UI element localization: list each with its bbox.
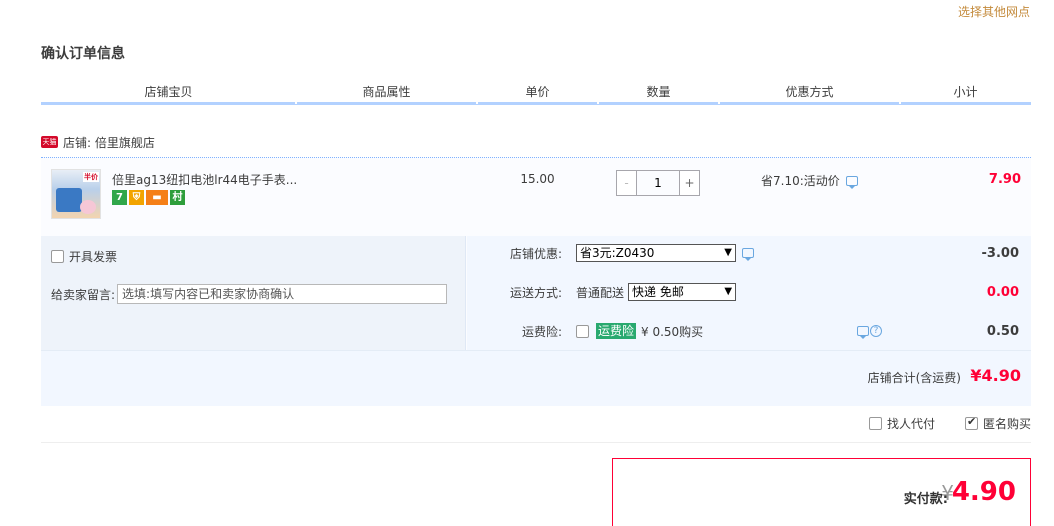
col-attributes: 商品属性	[296, 83, 477, 105]
coupon-selected: 省3元:Z0430	[580, 246, 655, 260]
half-price-badge: 半价	[83, 172, 99, 182]
coupon-value: -3.00	[981, 245, 1019, 261]
shipping-value: 0.00	[986, 284, 1019, 300]
right-options-panel: 店铺优惠: 省3元:Z0430 ▼ -3.00 运送方式: 普通配送 快递 免邮…	[467, 236, 1031, 350]
invoice-option[interactable]: 开具发票	[51, 248, 117, 265]
battery-pack-image	[56, 188, 82, 212]
shield-guarantee-icon[interactable]: ⛨	[129, 190, 144, 205]
column-header: 店铺宝贝 商品属性 单价 数量 优惠方式 小计	[41, 83, 1031, 107]
mascot-image	[80, 200, 96, 214]
service-icons: 7 ⛨ ▬ 村	[112, 190, 187, 205]
dropdown-arrow-icon: ▼	[724, 247, 732, 258]
shipping-select[interactable]: 快递 免邮 ▼	[628, 283, 737, 301]
insurance-row: 运费险: 运费险 ¥ 0.50购买 ? 0.50	[467, 318, 1031, 344]
shop-total-value: ¥4.90	[970, 366, 1021, 385]
insurance-value: 0.50	[986, 323, 1019, 339]
shop-total-label: 店铺合计(含运费)	[867, 371, 961, 385]
shipping-selected: 快递 免邮	[632, 285, 684, 299]
credit-card-icon[interactable]: ▬	[146, 190, 168, 205]
comment-icon[interactable]	[742, 248, 754, 261]
comment-icon[interactable]	[845, 175, 858, 189]
dropdown-arrow-icon: ▼	[724, 286, 733, 297]
col-quantity: 数量	[598, 83, 719, 105]
promo-info: 省7.10:活动价	[761, 172, 858, 189]
insurance-tag: 运费险	[596, 323, 637, 339]
pay-for-me-label: 找人代付	[886, 417, 935, 431]
item-row: 半价 倍里ag13纽扣电池lr44电子手表... 7 ⛨ ▬ 村 15.00 -…	[41, 158, 1031, 236]
coupon-label: 店铺优惠:	[509, 246, 562, 261]
invoice-label: 开具发票	[69, 250, 118, 264]
product-title-link[interactable]: 倍里ag13纽扣电池lr44电子手表...	[112, 171, 297, 188]
memo-input[interactable]: 选填:填写内容已和卖家协商确认	[117, 284, 448, 304]
comment-icon[interactable]	[857, 326, 869, 339]
payment-summary: 实付款: ¥ 4.90	[612, 458, 1031, 526]
coupon-select[interactable]: 省3元:Z0430 ▼	[576, 244, 736, 262]
shipping-row: 运送方式: 普通配送 快递 免邮 ▼ 0.00	[467, 279, 1031, 305]
seven-day-return-icon[interactable]: 7	[112, 190, 127, 205]
unit-price: 15.00	[520, 172, 555, 186]
coupon-row: 店铺优惠: 省3元:Z0430 ▼ -3.00	[467, 240, 1031, 266]
shop-total-row: 店铺合计(含运费) ¥4.90	[41, 350, 1031, 406]
memo-row: 给卖家留言: 选填:填写内容已和卖家协商确认	[51, 284, 448, 304]
page-title: 确认订单信息	[41, 46, 125, 62]
product-thumbnail[interactable]: 半价	[51, 169, 101, 219]
quantity-stepper: - 1 +	[616, 170, 700, 196]
anonymous-label: 匿名购买	[982, 417, 1031, 431]
village-taobao-icon[interactable]: 村	[170, 190, 185, 205]
decrease-quantity-button[interactable]: -	[617, 171, 637, 195]
order-item-box: 半价 倍里ag13纽扣电池lr44电子手表... 7 ⛨ ▬ 村 15.00 -…	[41, 157, 1031, 406]
col-shop-item: 店铺宝贝	[41, 83, 296, 105]
increase-quantity-button[interactable]: +	[679, 171, 699, 195]
payment-amount: 4.90	[951, 477, 1016, 507]
select-other-outlet-link[interactable]: 选择其他网点	[958, 3, 1030, 20]
promo-text: 省7.10:活动价	[761, 174, 840, 188]
insurance-price: ¥ 0.50购买	[641, 324, 704, 339]
shipping-label: 运送方式:	[509, 285, 562, 300]
insurance-help: ?	[857, 325, 882, 339]
pay-for-me-checkbox[interactable]	[868, 417, 882, 430]
shipping-method: 普通配送	[576, 285, 625, 300]
insurance-checkbox[interactable]	[576, 324, 589, 338]
col-subtotal: 小计	[900, 83, 1031, 105]
quantity-input[interactable]: 1	[637, 171, 679, 195]
left-options-panel: 开具发票 给卖家留言: 选填:填写内容已和卖家协商确认	[41, 236, 466, 350]
help-icon[interactable]: ?	[870, 325, 882, 337]
col-discount: 优惠方式	[719, 83, 900, 105]
anonymous-option[interactable]: 匿名购买	[964, 415, 1031, 432]
col-unit-price: 单价	[477, 83, 598, 105]
shop-name[interactable]: 店铺: 倍里旗舰店	[63, 134, 155, 151]
item-subtotal: 7.90	[988, 172, 1021, 187]
shop-row: 天猫 店铺: 倍里旗舰店	[41, 133, 155, 151]
pay-options: 找人代付 匿名购买	[839, 415, 1031, 432]
anonymous-checkbox[interactable]	[964, 415, 978, 430]
memo-label: 给卖家留言:	[51, 287, 116, 302]
insurance-label: 运费险:	[521, 324, 562, 339]
tmall-icon: 天猫	[41, 136, 58, 148]
pay-for-me-option[interactable]: 找人代付	[868, 415, 935, 432]
divider	[41, 442, 1031, 443]
invoice-checkbox[interactable]	[51, 250, 64, 263]
